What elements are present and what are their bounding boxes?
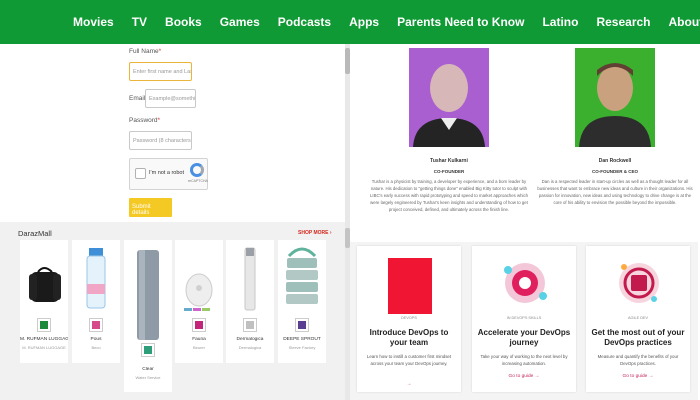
recaptcha-widget: I'm not a robot reCAPTCHA [129,158,208,190]
nav-items: Movies TV Books Games Podcasts Apps Pare… [64,0,700,44]
founder-name: Tushar Kulkarni [430,158,468,164]
tile-tag: DEVOPS [401,316,417,320]
badge-swatch [92,321,100,329]
password-label: Password* [129,117,161,124]
badge-swatch [40,321,48,329]
tile-arrow-link[interactable]: → [357,382,461,387]
product-name: M. RUFMAN LUGGAGE [20,337,68,342]
product-name: Dermalogica [236,337,264,342]
brand-badge [243,318,257,332]
badge-swatch [195,321,203,329]
captcha-label: I'm not a robot [149,170,184,176]
nav-item-podcasts[interactable]: Podcasts [269,15,340,29]
founder-bio: Tushar is a physicist by training, a dev… [370,179,528,212]
devops-practices-illustration [619,263,659,303]
nav-item-latino[interactable]: Latino [533,15,587,29]
brand-badge [192,318,206,332]
tile-description: Take your way of working to the next lev… [480,354,568,366]
tile-guide-link[interactable]: Go to guide → [472,374,576,379]
founder-name: Dan Rockwell [598,158,632,164]
accelerate-devops-illustration [504,263,547,303]
product-image-tumbler [127,244,169,344]
submit-button[interactable]: Submit details [129,198,172,217]
product-brand: Dermalogica [238,345,262,350]
brand-badge [37,318,51,332]
product-card[interactable]: Fauna Beurer [175,240,223,363]
product-name: Pous [90,337,102,342]
product-image-tube [229,244,271,320]
product-brand: Water Service [135,375,161,380]
founder-photo-dan [575,48,655,147]
tile-accelerate-devops[interactable]: IN DEVOPS SKILLS Accelerate your DevOps … [472,246,576,392]
product-name: DEEPE SPROUT [283,337,321,342]
tile-introduce-devops[interactable]: DEVOPS Introduce DevOps to your team Lea… [357,246,461,392]
introduce-devops-illustration [388,258,432,314]
product-brand: Beco [91,345,101,350]
tile-guide-link[interactable]: Go to guide → [586,374,690,379]
captcha-brand: reCAPTCHA [188,179,208,183]
tile-title: Introduce DevOps to your team [369,328,449,347]
fullname-label: Full Name* [129,48,162,55]
tile-title: Get the most out of your DevOps practice… [591,328,685,347]
tile-tag: IN DEVOPS SKILLS [506,316,542,320]
product-name: Clear [142,367,154,372]
nav-item-parents-need-to-know[interactable]: Parents Need to Know [388,15,533,29]
badge-swatch [144,346,152,354]
nav-item-games[interactable]: Games [211,15,269,29]
product-name: Fauna [192,337,206,342]
shop-more-link[interactable]: SHOP MORE › [298,230,332,236]
nav-item-apps[interactable]: Apps [340,15,388,29]
fullname-input[interactable]: Enter first name and Last Name [129,62,192,81]
captcha-checkbox[interactable] [135,168,146,179]
founder-role: CO-FOUNDER [433,169,465,174]
badge-swatch [246,321,254,329]
mall-title: DarazMall [18,229,52,238]
nav-item-books[interactable]: Books [156,15,211,29]
tile-description: Learn how to instill a customer first mi… [366,354,452,366]
product-image-towels [281,244,323,320]
tile-description: Measure and quantify the benefits of you… [597,354,679,366]
recaptcha-icon [190,163,204,177]
product-image-bottle [75,244,117,320]
password-field[interactable]: Password (8 characters minimum) [129,131,192,150]
brand-badge [295,318,309,332]
product-card[interactable]: M. RUFMAN LUGGAGE M. RUFMAN LUGGAGE [20,240,68,363]
nav-item-about[interactable]: About [660,15,700,29]
product-card[interactable]: Clear Water Service [124,240,172,392]
chevron-right-icon: › [329,230,332,236]
founder-photo-tushar [409,48,489,147]
tile-title: Accelerate your DevOps journey [477,328,571,347]
product-card[interactable]: Pous Beco [72,240,120,363]
nav-item-tv[interactable]: TV [123,15,156,29]
product-image-device [178,244,220,320]
product-brand: Sleeve Factory [288,345,316,350]
brand-badge [89,318,103,332]
tile-devops-practices[interactable]: AGILE DEV Get the most out of your DevOp… [586,246,690,392]
brand-badge [141,343,155,357]
email-field[interactable]: Example@something.com [145,89,196,108]
nav-item-research[interactable]: Research [587,15,659,29]
product-image-backpack [23,244,65,320]
product-brand: M. RUFMAN LUGGAGE [22,345,66,350]
product-card[interactable]: DEEPE SPROUT Sleeve Factory [278,240,326,363]
founder-bio: Dan is a respected leader in start-up ci… [537,179,693,205]
nav-item-movies[interactable]: Movies [64,15,123,29]
product-brand: Beurer [192,345,205,350]
tile-tag: AGILE DEV [627,316,649,320]
top-navigation-bar: Movies TV Books Games Podcasts Apps Pare… [0,0,700,44]
product-card[interactable]: Dermalogica Dermalogica [226,240,274,363]
badge-swatch [298,321,306,329]
founder-role: CO-FOUNDER & CEO [592,169,638,174]
